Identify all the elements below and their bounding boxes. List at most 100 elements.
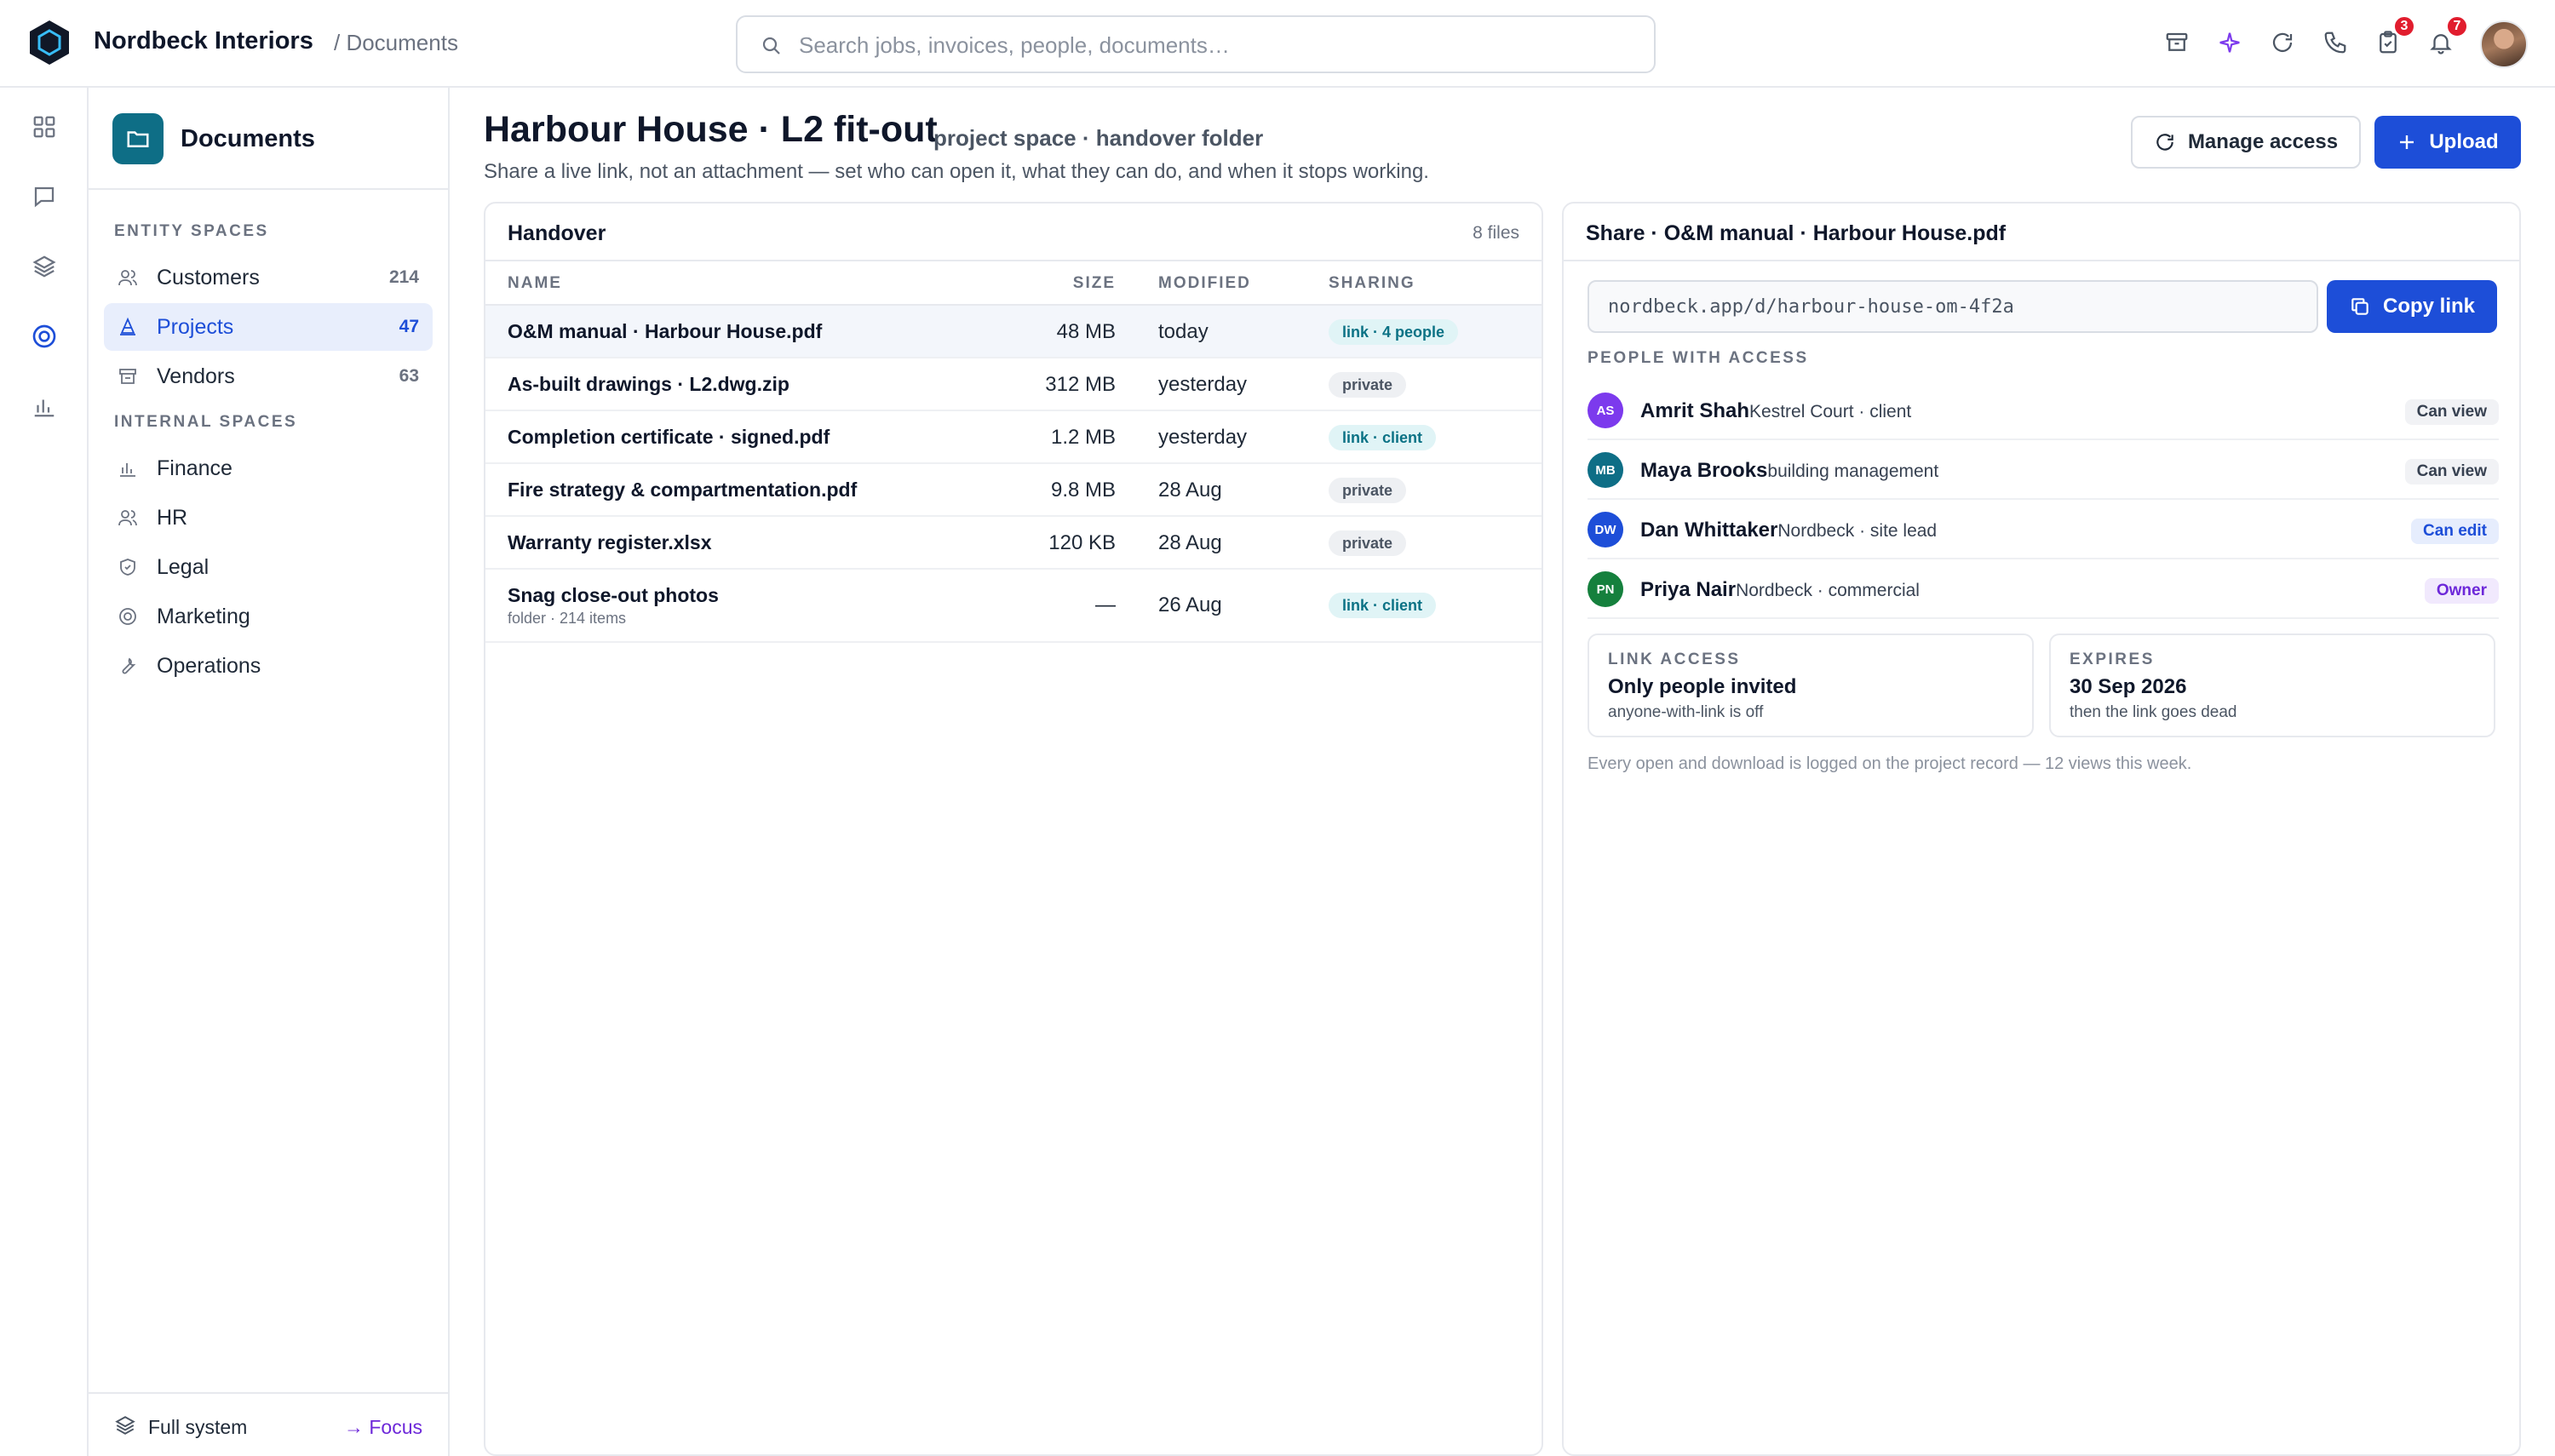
user-avatar[interactable] [2480, 20, 2528, 68]
sidebar-item-projects[interactable]: Projects 47 [104, 303, 433, 351]
search-input[interactable] [799, 27, 1633, 63]
person-name: Priya Nair [1640, 578, 1737, 601]
top-bar: Nordbeck Interiors / Documents 3 7 [0, 0, 2555, 88]
sidebar-item-label: Customers [157, 265, 260, 289]
target-icon[interactable] [27, 319, 61, 353]
layers-icon[interactable] [27, 249, 61, 284]
person-name-line: Priya NairNordbeck · commercial [1640, 578, 1920, 602]
column-sharing[interactable]: SHARING [1329, 274, 1415, 293]
avatar: MB [1588, 452, 1623, 488]
file-size: 1.2 MB [1050, 426, 1116, 449]
share-link-field[interactable]: nordbeck.app/d/harbour-house-om-4f2a [1588, 280, 2318, 333]
sparkle-icon[interactable] [2213, 26, 2247, 60]
table-row[interactable]: Fire strategy & compartmentation.pdf 9.8… [485, 464, 1542, 517]
sharing-badge: private [1329, 478, 1407, 503]
column-name[interactable]: NAME [508, 274, 562, 293]
table-row[interactable]: As-built drawings · L2.dwg.zip 312 MB ye… [485, 358, 1542, 411]
column-modified[interactable]: MODIFIED [1158, 274, 1251, 293]
role-dropdown[interactable]: Can view [2404, 459, 2499, 484]
table-row[interactable]: Snag close-out photos folder · 214 items… [485, 570, 1542, 643]
copy-link-label: Copy link [2382, 295, 2475, 318]
share-link-url: nordbeck.app/d/harbour-house-om-4f2a [1608, 296, 2014, 318]
file-name: As-built drawings · L2.dwg.zip [508, 373, 789, 395]
clipboard-icon[interactable]: 3 [2371, 15, 2415, 60]
sidebar-item-hr[interactable]: HR [104, 494, 433, 542]
person-detail: Nordbeck · commercial [1736, 581, 1920, 600]
audit-note: Every open and download is logged on the… [1588, 754, 2192, 773]
file-name: Fire strategy & compartmentation.pdf [508, 479, 858, 501]
files-panel-header: Handover 8 files [485, 203, 1542, 261]
documents-sidebar: Documents ENTITY SPACES Customers 214 Pr… [89, 88, 450, 1456]
table-row[interactable]: Completion certificate · signed.pdf 1.2 … [485, 411, 1542, 464]
column-size[interactable]: SIZE [1073, 274, 1116, 293]
folder-icon [112, 113, 164, 164]
table-header: NAME SIZE MODIFIED SHARING [485, 261, 1542, 306]
bar-chart-icon[interactable] [27, 389, 61, 423]
focus-link[interactable]: → Focus [344, 1416, 422, 1439]
file-modified: 28 Aug [1158, 531, 1222, 554]
sidebar-item-vendors[interactable]: Vendors 63 [104, 353, 433, 400]
sidebar-item-operations[interactable]: Operations [104, 642, 433, 690]
table-row[interactable]: O&M manual · Harbour House.pdf 48 MB tod… [485, 306, 1542, 358]
file-name: Completion certificate · signed.pdf [508, 426, 830, 448]
person-name: Maya Brooks [1640, 459, 1768, 482]
entity-spaces-label: ENTITY SPACES [114, 222, 269, 240]
brand-logo-icon[interactable] [26, 19, 73, 66]
role-dropdown[interactable]: Can view [2404, 399, 2499, 425]
expires-card[interactable]: EXPIRES 30 Sep 2026 then the link goes d… [2049, 633, 2495, 737]
refresh-icon [2156, 134, 2173, 151]
sidebar-item-customers[interactable]: Customers 214 [104, 254, 433, 301]
archive-icon[interactable] [2160, 26, 2194, 60]
copy-link-button[interactable]: Copy link [2327, 280, 2497, 333]
sidebar-header: Documents [89, 88, 448, 190]
app-rail [0, 88, 89, 1456]
sidebar-item-marketing[interactable]: Marketing [104, 593, 433, 640]
sidebar-item-legal[interactable]: Legal [104, 543, 433, 591]
sharing-badge: private [1329, 372, 1407, 398]
upload-button[interactable]: Upload [2374, 116, 2521, 169]
file-modified: today [1158, 320, 1209, 343]
refresh-icon[interactable] [2265, 26, 2300, 60]
person-name: Dan Whittaker [1640, 519, 1778, 542]
full-system-toggle[interactable]: Full system [148, 1416, 247, 1439]
page-subtitle: project space · handover folder [933, 125, 1264, 151]
person-detail: building management [1767, 461, 1939, 481]
breadcrumb[interactable]: / Documents [334, 30, 458, 56]
link-access-card[interactable]: LINK ACCESS Only people invited anyone-w… [1588, 633, 2034, 737]
bell-icon[interactable]: 7 [2424, 15, 2468, 60]
store-icon [119, 369, 136, 384]
phone-icon[interactable] [2318, 26, 2352, 60]
avatar: DW [1588, 512, 1623, 547]
sidebar-item-label: Legal [157, 554, 210, 579]
expires-note: then the link goes dead [2070, 703, 2237, 721]
sidebar-item-finance[interactable]: Finance [104, 444, 433, 492]
table-row[interactable]: Warranty register.xlsx 120 KB 28 Aug pri… [485, 517, 1542, 570]
sidebar-item-label: Projects [157, 314, 234, 339]
folder-title: Handover [508, 221, 606, 245]
file-modified: yesterday [1158, 426, 1248, 449]
file-count: 8 files [1473, 223, 1519, 243]
expires-label: EXPIRES [2070, 651, 2155, 668]
access-row[interactable]: MB Maya Brooksbuilding management Can vi… [1588, 440, 2499, 500]
role-dropdown[interactable]: Can edit [2411, 519, 2499, 544]
avatar: PN [1588, 571, 1623, 607]
access-row[interactable]: PN Priya NairNordbeck · commercial Owner [1588, 559, 2499, 619]
grid-icon[interactable] [27, 110, 61, 144]
access-row[interactable]: DW Dan WhittakerNordbeck · site lead Can… [1588, 500, 2499, 559]
link-access-value: Only people invited [1608, 675, 1797, 698]
people-icon [118, 510, 137, 526]
file-size: 120 KB [1048, 531, 1116, 554]
file-name: Warranty register.xlsx [508, 531, 712, 553]
file-size: 48 MB [1056, 320, 1116, 343]
sidebar-footer: Full system → Focus [89, 1392, 448, 1456]
file-modified: 28 Aug [1158, 479, 1222, 502]
chat-icon[interactable] [27, 180, 61, 214]
global-search[interactable] [736, 15, 1656, 73]
brand-name[interactable]: Nordbeck Interiors [94, 27, 313, 55]
sidebar-item-label: Operations [157, 653, 261, 678]
sidebar-item-label: Vendors [157, 364, 235, 388]
access-row[interactable]: AS Amrit ShahKestrel Court · client Can … [1588, 381, 2499, 440]
file-size: 9.8 MB [1050, 479, 1116, 502]
manage-access-button[interactable]: Manage access [2131, 116, 2361, 169]
share-title: Share · O&M manual · Harbour House.pdf [1586, 221, 2007, 245]
